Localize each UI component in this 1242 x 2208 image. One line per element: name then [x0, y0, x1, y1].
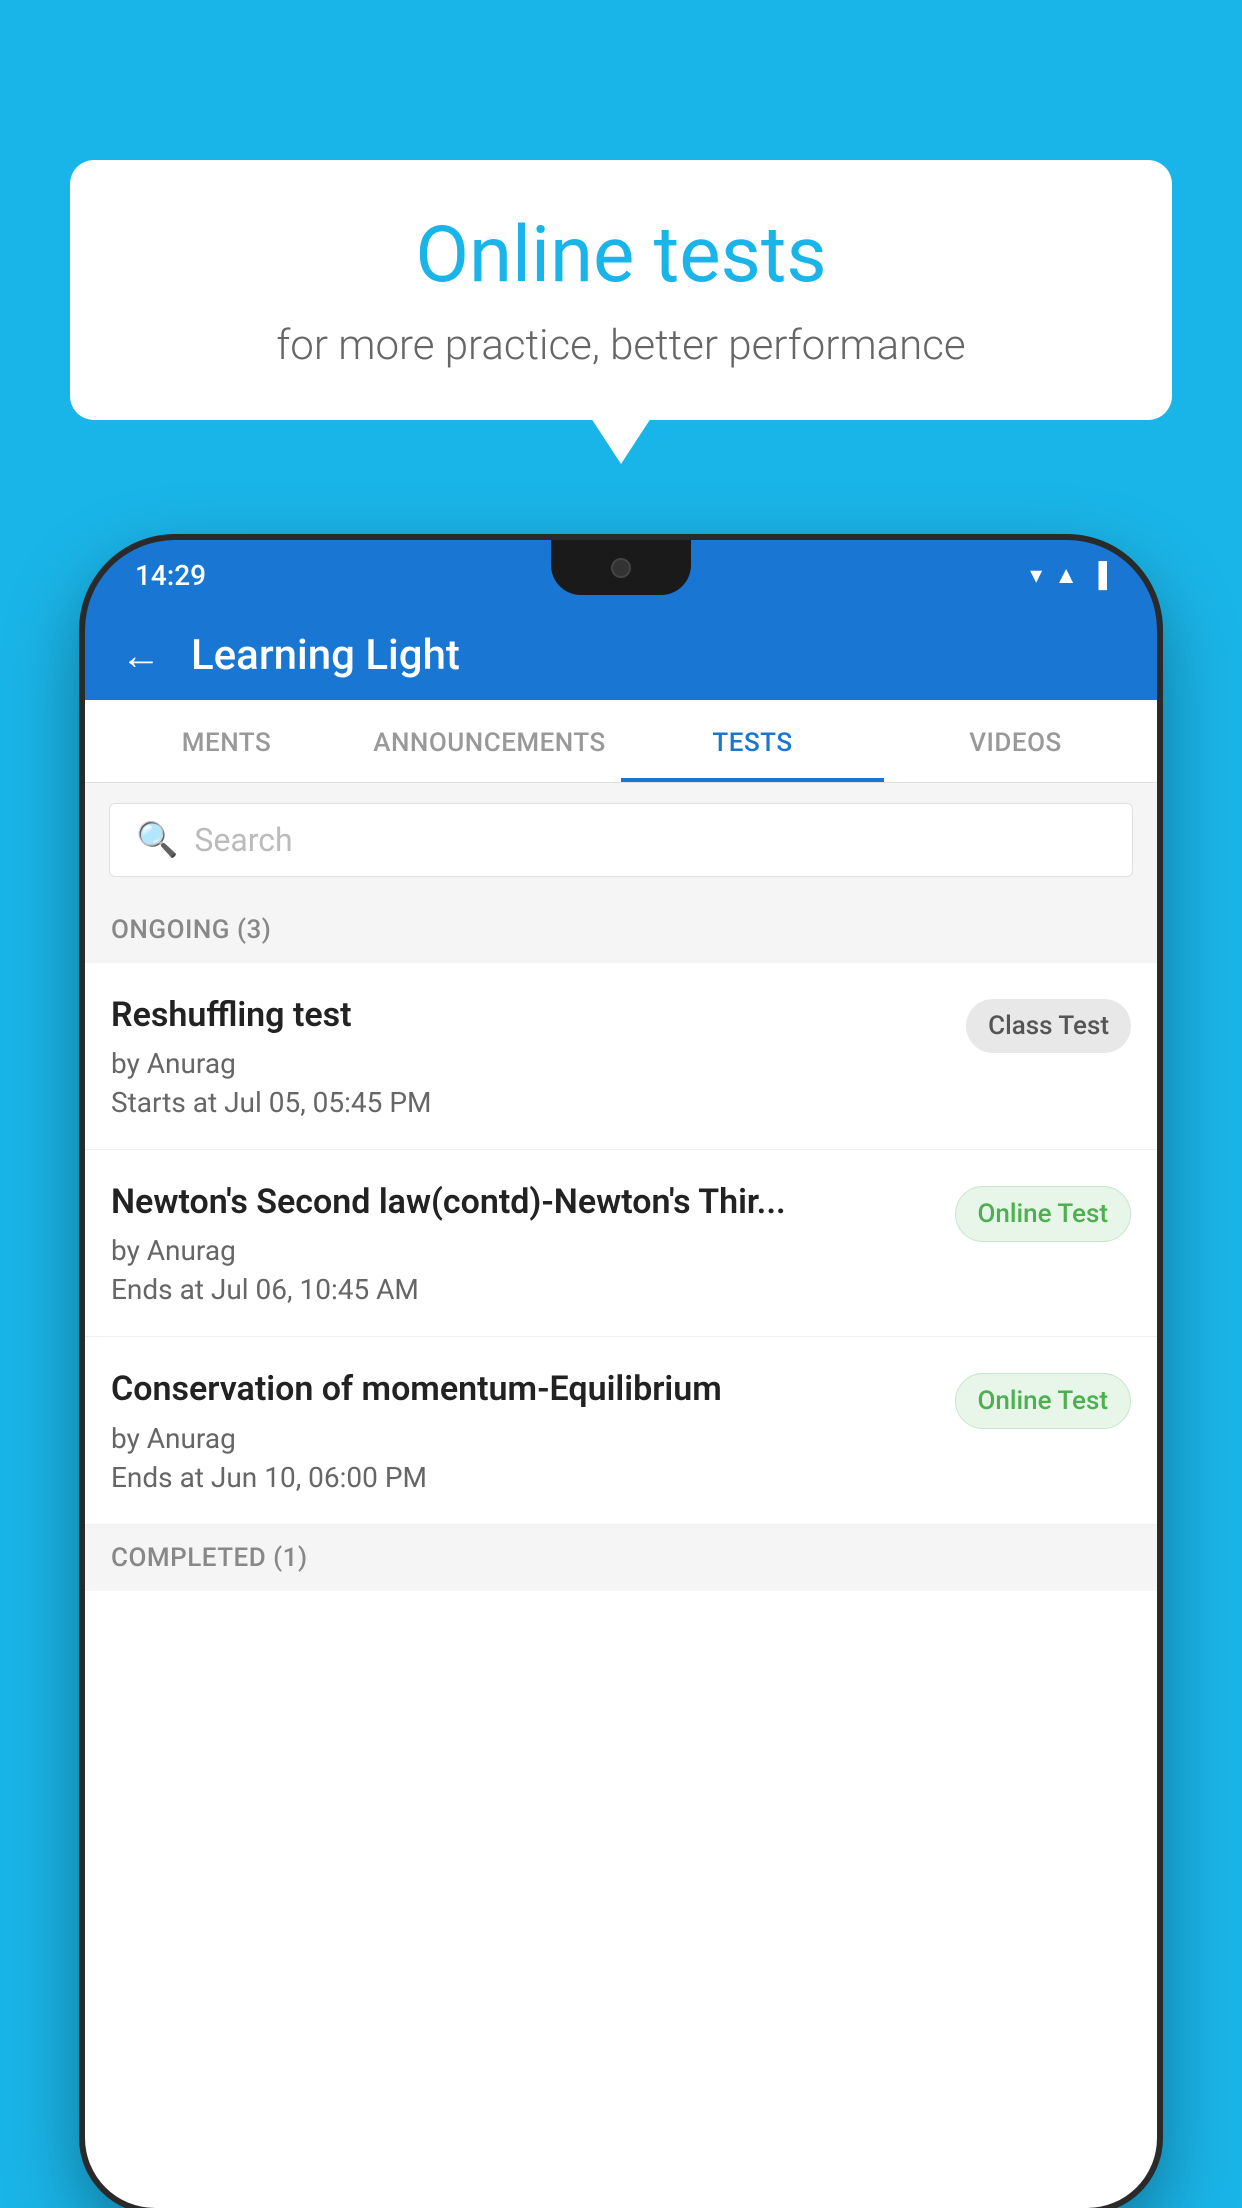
signal-icon: ▲: [1054, 561, 1078, 590]
test-badge-2: Online Test: [955, 1186, 1132, 1242]
test-time-2: Ends at Jul 06, 10:45 AM: [111, 1273, 935, 1306]
search-input[interactable]: Search: [194, 821, 292, 859]
test-badge-1: Class Test: [966, 999, 1131, 1053]
app-bar-title: Learning Light: [191, 631, 460, 680]
test-info-2: Newton's Second law(contd)-Newton's Thir…: [111, 1180, 935, 1306]
test-item-2[interactable]: Newton's Second law(contd)-Newton's Thir…: [85, 1150, 1157, 1337]
status-icons: ▾ ▲ ▐: [1030, 561, 1107, 590]
status-time: 14:29: [135, 559, 206, 592]
test-name-2: Newton's Second law(contd)-Newton's Thir…: [111, 1180, 935, 1224]
test-badge-3: Online Test: [955, 1373, 1132, 1429]
completed-section-header: COMPLETED (1): [85, 1525, 1157, 1591]
test-name-3: Conservation of momentum-Equilibrium: [111, 1367, 935, 1411]
test-info-1: Reshuffling test by Anurag Starts at Jul…: [111, 993, 946, 1119]
battery-icon: ▐: [1090, 561, 1107, 590]
test-list: Reshuffling test by Anurag Starts at Jul…: [85, 963, 1157, 1525]
search-box[interactable]: 🔍 Search: [109, 803, 1133, 877]
ongoing-section-header: ONGOING (3): [85, 897, 1157, 963]
phone-screen: 14:29 ▾ ▲ ▐ ← Learning Light MENTS ANNOU…: [85, 540, 1157, 2208]
wifi-icon: ▾: [1030, 561, 1042, 589]
speech-bubble: Online tests for more practice, better p…: [70, 160, 1172, 420]
tab-tests[interactable]: TESTS: [621, 700, 884, 782]
test-author-1: by Anurag: [111, 1047, 946, 1080]
tab-videos[interactable]: VIDEOS: [884, 700, 1147, 782]
content-area: ONGOING (3) Reshuffling test by Anurag S…: [85, 897, 1157, 2208]
search-icon: 🔍: [136, 820, 178, 860]
test-info-3: Conservation of momentum-Equilibrium by …: [111, 1367, 935, 1493]
phone-shell: 14:29 ▾ ▲ ▐ ← Learning Light MENTS ANNOU…: [85, 540, 1157, 2208]
back-button[interactable]: ←: [121, 632, 161, 679]
camera: [611, 558, 631, 578]
test-time-1: Starts at Jul 05, 05:45 PM: [111, 1086, 946, 1119]
bubble-title: Online tests: [130, 210, 1112, 301]
bubble-subtitle: for more practice, better performance: [130, 321, 1112, 370]
test-author-3: by Anurag: [111, 1422, 935, 1455]
tabs-bar: MENTS ANNOUNCEMENTS TESTS VIDEOS: [85, 700, 1157, 783]
test-name-1: Reshuffling test: [111, 993, 946, 1037]
tab-announcements[interactable]: ANNOUNCEMENTS: [358, 700, 621, 782]
notch: [551, 540, 691, 595]
test-author-2: by Anurag: [111, 1234, 935, 1267]
tab-ments[interactable]: MENTS: [95, 700, 358, 782]
test-item-1[interactable]: Reshuffling test by Anurag Starts at Jul…: [85, 963, 1157, 1150]
test-item-3[interactable]: Conservation of momentum-Equilibrium by …: [85, 1337, 1157, 1524]
search-container: 🔍 Search: [85, 783, 1157, 897]
test-time-3: Ends at Jun 10, 06:00 PM: [111, 1461, 935, 1494]
app-bar: ← Learning Light: [85, 610, 1157, 700]
